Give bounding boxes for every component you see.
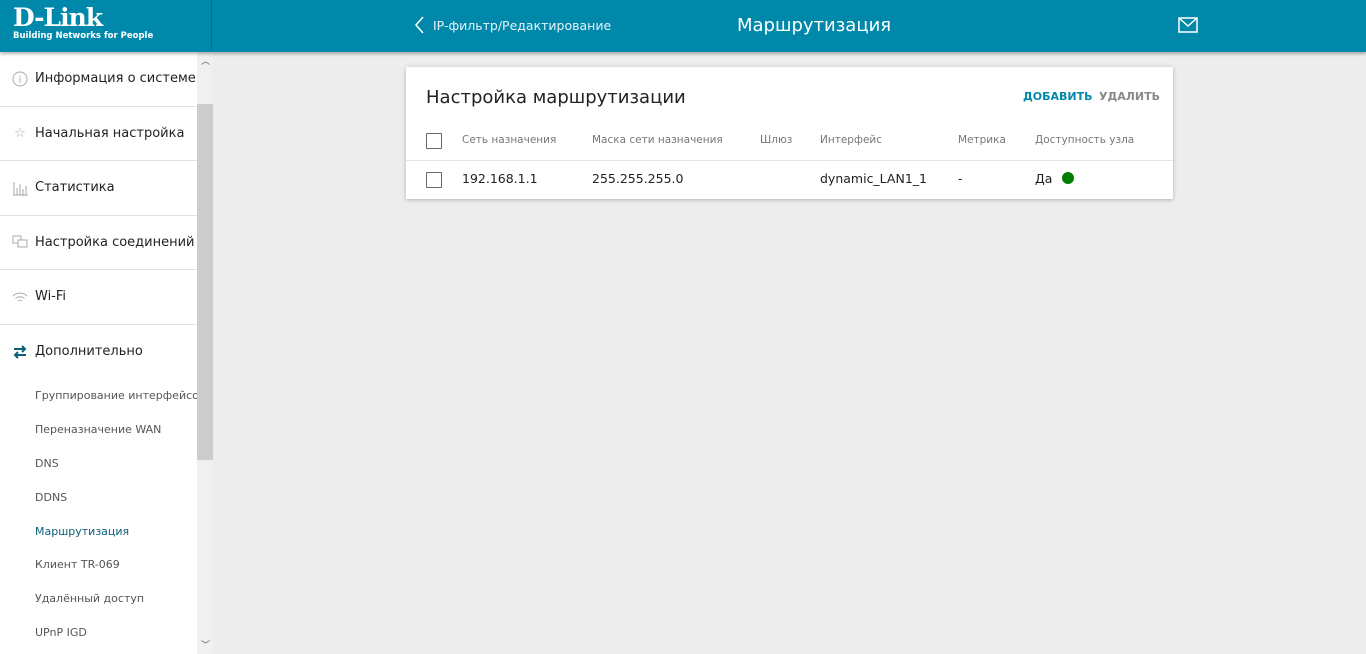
add-button[interactable]: ДОБАВИТЬ	[1023, 90, 1093, 103]
cell-interface: dynamic_LAN1_1	[820, 171, 927, 186]
sidebar-scrollbar[interactable]: ︿ ﹀	[197, 52, 213, 654]
column-header: Маска сети назначения	[592, 134, 723, 146]
delete-button[interactable]: УДАЛИТЬ	[1099, 90, 1160, 103]
chevron-left-icon	[415, 16, 424, 34]
back-link[interactable]: IP-фильтр/Редактирование	[415, 16, 611, 34]
sidebar-item-label: Начальная настройка	[35, 125, 185, 141]
sidebar-subitem-tr069[interactable]: Клиент TR-069	[0, 548, 213, 582]
availability-text: Да	[1035, 171, 1053, 186]
divider	[406, 160, 1173, 161]
sidebar-subitem-remote-access[interactable]: Удалённый доступ	[0, 582, 213, 616]
page-title: Маршрутизация	[737, 15, 892, 36]
sidebar-item-label: Wi-Fi	[35, 289, 67, 305]
mail-icon[interactable]	[1178, 17, 1198, 33]
sidebar-item-connections[interactable]: Настройка соединений	[0, 216, 197, 270]
sidebar-item-advanced[interactable]: Дополнительно	[0, 325, 197, 380]
sidebar-item-label: Статистика	[35, 180, 115, 196]
scroll-down-icon[interactable]: ﹀	[201, 638, 210, 651]
select-all-checkbox[interactable]	[426, 133, 442, 149]
sidebar-subitem-interface-grouping[interactable]: Группирование интерфейсов	[0, 379, 213, 413]
sidebar-item-initial-setup[interactable]: ☆ Начальная настройка	[0, 107, 197, 161]
card-title: Настройка маршрутизации	[426, 87, 686, 108]
scroll-up-icon[interactable]: ︿	[201, 54, 210, 67]
logo-tagline: Building Networks for People	[13, 31, 154, 41]
sidebar-item-statistics[interactable]: Статистика	[0, 161, 197, 216]
column-header: Доступность узла	[1035, 134, 1135, 146]
dlink-logo[interactable]: D-Link Building Networks for People	[0, 0, 212, 50]
cell-availability: Да	[1035, 171, 1075, 186]
column-header: Интерфейс	[820, 134, 882, 146]
column-header: Сеть назначения	[462, 134, 557, 146]
star-icon: ☆	[14, 125, 26, 141]
sidebar-subitem-wan-remap[interactable]: Переназначение WAN	[0, 413, 213, 447]
cell-metric: -	[958, 171, 963, 186]
status-dot-icon	[1062, 172, 1075, 184]
swap-icon	[12, 344, 28, 360]
sidebar-item-label: Настройка соединений	[35, 234, 195, 250]
sidebar-item-system-info[interactable]: i Информация о системе	[0, 52, 197, 107]
connections-icon	[12, 234, 28, 250]
svg-text:i: i	[19, 75, 22, 86]
scrollbar-thumb[interactable]	[197, 104, 213, 460]
routing-card: Настройка маршрутизации ДОБАВИТЬ УДАЛИТЬ…	[406, 67, 1173, 199]
top-bar: D-Link Building Networks for People IP-ф…	[0, 0, 1366, 52]
logo-text: D-Link	[13, 3, 103, 32]
sidebar-item-label: Информация о системе	[35, 71, 196, 87]
sidebar: i Информация о системе ☆ Начальная настрой…	[0, 52, 213, 654]
back-label: IP-фильтр/Редактирование	[433, 17, 612, 33]
column-header: Шлюз	[760, 134, 793, 146]
cell-mask: 255.255.255.0	[592, 171, 684, 186]
cell-network: 192.168.1.1	[462, 171, 538, 186]
wifi-icon	[12, 289, 28, 305]
sidebar-item-label: Дополнительно	[35, 344, 143, 360]
sidebar-subitem-routing[interactable]: Маршрутизация	[0, 514, 213, 548]
sidebar-subitem-ddns[interactable]: DDNS	[0, 480, 213, 514]
row-checkbox[interactable]	[426, 172, 442, 188]
column-header: Метрика	[958, 134, 1006, 146]
bar-chart-icon	[12, 180, 28, 196]
sidebar-subitem-upnp[interactable]: UPnP IGD	[0, 616, 213, 650]
info-icon: i	[12, 71, 28, 87]
sidebar-subitem-dns[interactable]: DNS	[0, 447, 213, 481]
sidebar-item-wifi[interactable]: Wi-Fi	[0, 270, 197, 325]
